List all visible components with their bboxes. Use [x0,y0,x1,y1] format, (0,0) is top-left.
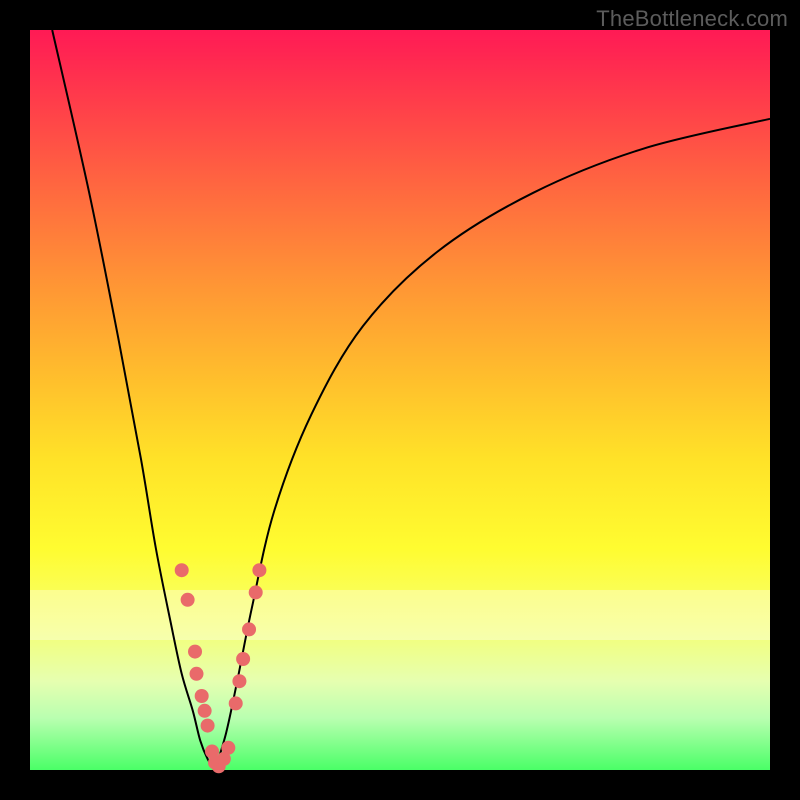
data-point [242,622,256,636]
left-curve [52,30,215,770]
watermark-text: TheBottleneck.com [596,6,788,32]
data-point [201,719,215,733]
data-points [175,563,267,773]
data-point [221,741,235,755]
data-point [232,674,246,688]
chart-frame: TheBottleneck.com [0,0,800,800]
plot-area [30,30,770,770]
data-point [229,696,243,710]
data-point [188,645,202,659]
data-point [249,585,263,599]
right-curve [215,119,770,770]
data-point [198,704,212,718]
curve-layer [30,30,770,770]
data-point [252,563,266,577]
data-point [190,667,204,681]
data-point [195,689,209,703]
data-point [181,593,195,607]
data-point [236,652,250,666]
data-point [175,563,189,577]
